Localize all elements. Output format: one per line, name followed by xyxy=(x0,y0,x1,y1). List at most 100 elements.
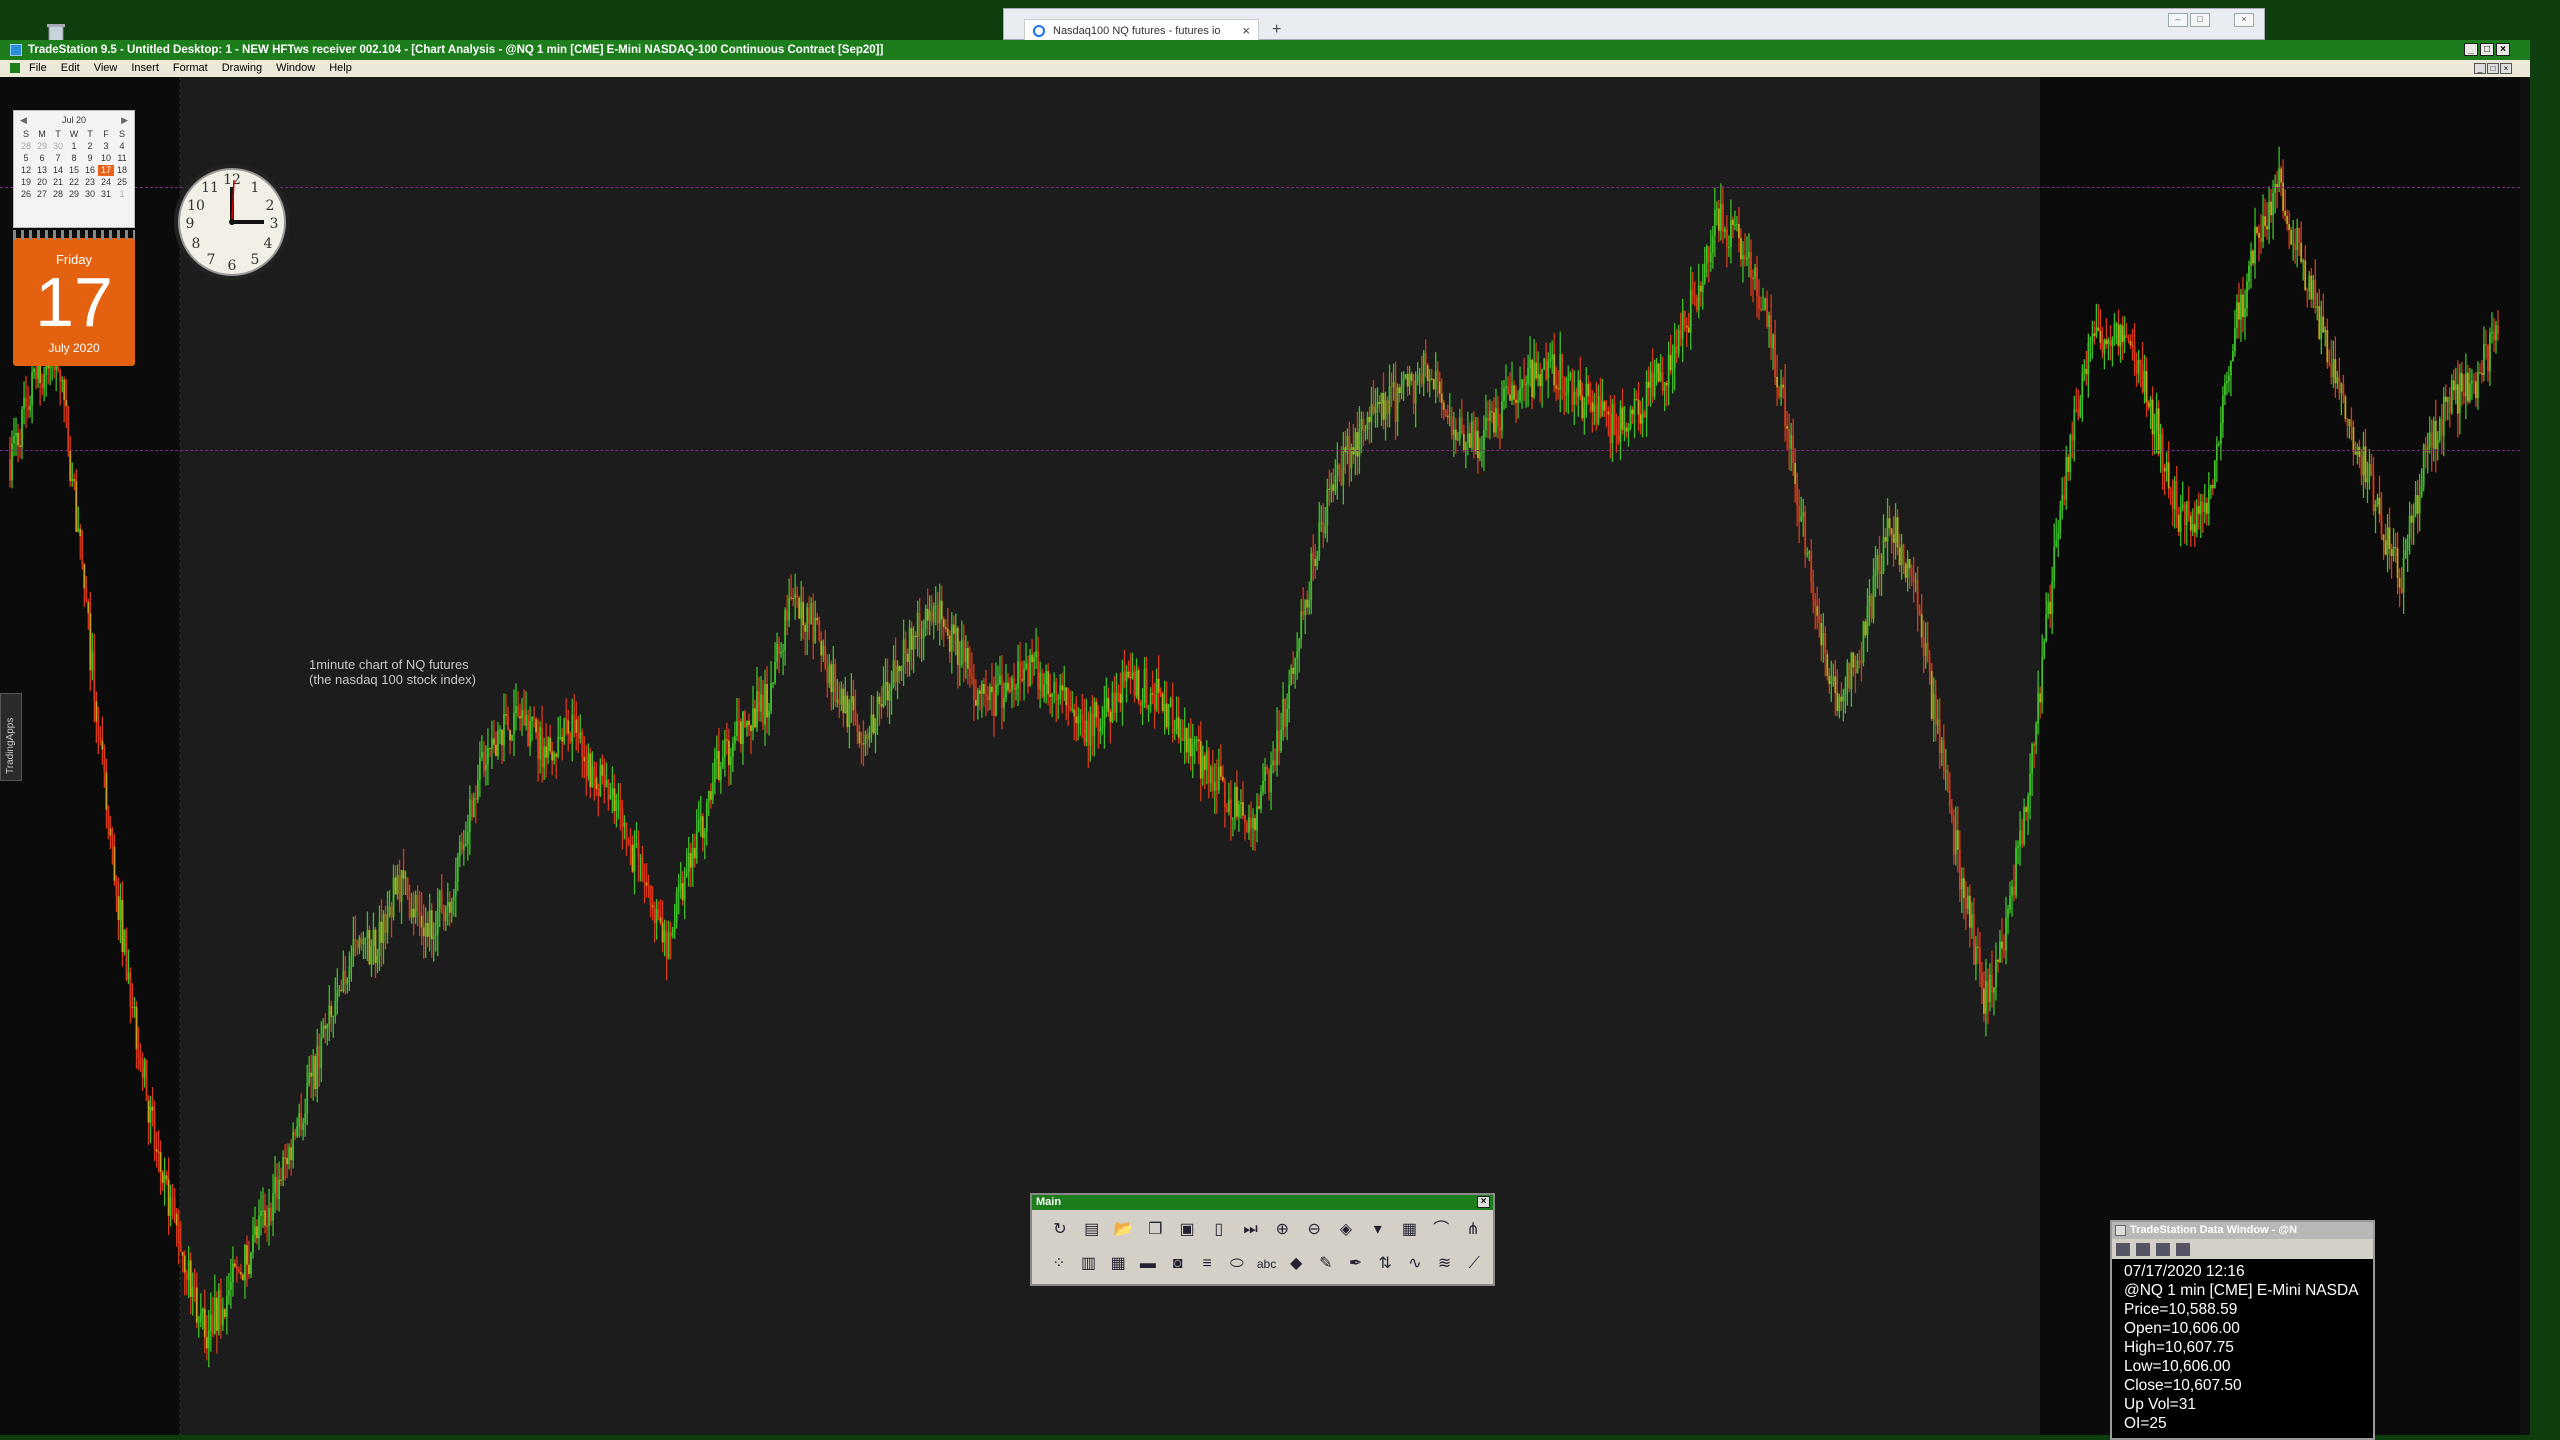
browser-close-button[interactable]: × xyxy=(2234,13,2254,27)
new-tab-button[interactable]: + xyxy=(1272,21,1281,39)
zoom-out-icon[interactable]: ⊖ xyxy=(1300,1216,1328,1244)
play-end-icon[interactable]: ⏭ xyxy=(1237,1216,1265,1244)
menu-format[interactable]: Format xyxy=(166,60,215,77)
menu-drawing[interactable]: Drawing xyxy=(215,60,269,77)
dropdown-icon[interactable]: ▾ xyxy=(1364,1216,1392,1244)
calendar-day[interactable]: 26 xyxy=(18,189,34,200)
grid-view-icon[interactable] xyxy=(2156,1242,2170,1256)
calendar-day[interactable]: 17 xyxy=(98,165,114,176)
calendar-day[interactable]: 2 xyxy=(82,141,98,152)
levels-icon[interactable]: ⇅ xyxy=(1372,1250,1398,1278)
pitchfork-icon[interactable]: ⋔ xyxy=(1459,1216,1487,1244)
calendar-day[interactable]: 15 xyxy=(66,165,82,176)
calendar-day[interactable]: 18 xyxy=(114,165,130,176)
calendar-day[interactable]: 6 xyxy=(34,153,50,164)
calendar-day[interactable]: 25 xyxy=(114,177,130,188)
calendar-day[interactable]: 9 xyxy=(82,153,98,164)
format-window-icon[interactable]: ▤ xyxy=(1078,1216,1106,1244)
doc-close-button[interactable]: × xyxy=(2500,63,2512,74)
menu-file[interactable]: File xyxy=(22,60,54,77)
window-close-button[interactable]: × xyxy=(2496,43,2510,56)
calendar-day[interactable]: 31 xyxy=(98,189,114,200)
lines-icon[interactable]: ≡ xyxy=(1194,1250,1220,1278)
print-preview-icon[interactable]: ▥ xyxy=(1076,1250,1102,1278)
indicator-icon[interactable]: ◈ xyxy=(1332,1216,1360,1244)
new-window-icon[interactable]: ▣ xyxy=(1173,1216,1201,1244)
calendar-day[interactable]: 4 xyxy=(114,141,130,152)
calendar-day[interactable]: 1 xyxy=(66,141,82,152)
calendar-day[interactable]: 30 xyxy=(82,189,98,200)
menu-view[interactable]: View xyxy=(87,60,125,77)
calendar-gadget[interactable]: ◀ Jul 20 ▶ S M T W T F S 28 29 30 1 2 3 4 5 6 7 8 9 10 11 12 1… xyxy=(13,110,135,228)
table-icon[interactable]: ▦ xyxy=(1105,1250,1131,1278)
window-minimize-button[interactable]: _ xyxy=(2464,43,2478,56)
calendar-day[interactable]: 10 xyxy=(98,153,114,164)
doc-restore-button[interactable]: □ xyxy=(2487,63,2499,74)
calendar-day[interactable]: 13 xyxy=(34,165,50,176)
grid-icon[interactable]: ▦ xyxy=(1396,1216,1424,1244)
fib-icon[interactable]: ∿ xyxy=(1402,1250,1428,1278)
curve-icon[interactable]: ⌒ xyxy=(1427,1216,1455,1244)
calendar-day[interactable]: 28 xyxy=(50,189,66,200)
menu-edit[interactable]: Edit xyxy=(54,60,87,77)
open-folder-icon[interactable]: 📂 xyxy=(1110,1216,1138,1244)
data-window[interactable]: TradeStation Data Window - @N 07/17/2020… xyxy=(2110,1220,2375,1440)
calendar-day[interactable]: 19 xyxy=(18,177,34,188)
pencil-icon[interactable]: ✎ xyxy=(1313,1250,1339,1278)
menu-help[interactable]: Help xyxy=(322,60,359,77)
calendar-day[interactable]: 22 xyxy=(66,177,82,188)
calendar-day[interactable]: 23 xyxy=(82,177,98,188)
resistance-line-lower[interactable] xyxy=(0,450,2520,451)
recycle-bin-icon[interactable] xyxy=(44,22,68,42)
refresh-icon[interactable]: ↻ xyxy=(1046,1216,1074,1244)
main-toolbar-palette[interactable]: Main × ↻ ▤ 📂 ❐ ▣ ▯ ⏭ ⊕ ⊖ ◈ ▾ ▦ ⌒ ⋔ ⁘ ▥ ▦ ▬ ◙ ≡ ⬭ abc ◆ ✎ ✒ ⇅ ∿ ≋ ⟋ xyxy=(1030,1193,1495,1286)
trendline-icon[interactable]: ⟋ xyxy=(1461,1250,1487,1278)
menu-insert[interactable]: Insert xyxy=(124,60,166,77)
calendar-next-icon[interactable]: ▶ xyxy=(121,115,128,126)
camera-icon[interactable]: ◙ xyxy=(1165,1250,1191,1278)
text-icon[interactable]: abc xyxy=(1254,1250,1280,1278)
calendar-day[interactable]: 7 xyxy=(50,153,66,164)
resistance-line-upper[interactable] xyxy=(0,187,2520,188)
window-titlebar[interactable]: TradeStation 9.5 - Untitled Desktop: 1 -… xyxy=(0,40,2530,60)
calendar-day[interactable]: 24 xyxy=(98,177,114,188)
calendar-day[interactable]: 28 xyxy=(18,141,34,152)
palette-titlebar[interactable]: Main × xyxy=(1032,1195,1493,1210)
browser-minimize-button[interactable]: – xyxy=(2168,13,2188,27)
browser-tab[interactable]: Nasdaq100 NQ futures - futures io × xyxy=(1024,19,1259,41)
tradingapps-sidebar-tab[interactable]: TradingApps xyxy=(0,693,22,781)
color-bars-icon[interactable]: ▬ xyxy=(1135,1250,1161,1278)
ellipse-icon[interactable]: ⬭ xyxy=(1224,1250,1250,1278)
eraser-icon[interactable]: ◆ xyxy=(1283,1250,1309,1278)
calendar-day[interactable]: 14 xyxy=(50,165,66,176)
palette-close-button[interactable]: × xyxy=(1477,1196,1490,1208)
calendar-day[interactable]: 3 xyxy=(98,141,114,152)
calendar-prev-icon[interactable]: ◀ xyxy=(20,115,27,126)
tab-close-icon[interactable]: × xyxy=(1242,20,1250,42)
calendar-day[interactable]: 30 xyxy=(50,141,66,152)
detach-icon[interactable] xyxy=(2176,1242,2190,1256)
zoom-in-icon[interactable]: ⊕ xyxy=(1268,1216,1296,1244)
calendar-day[interactable]: 29 xyxy=(34,141,50,152)
calendar-day[interactable]: 8 xyxy=(66,153,82,164)
data-window-titlebar[interactable]: TradeStation Data Window - @N xyxy=(2112,1222,2373,1239)
calendar-day[interactable]: 5 xyxy=(18,153,34,164)
calendar-day[interactable]: 11 xyxy=(114,153,130,164)
calendar-day[interactable]: 21 xyxy=(50,177,66,188)
menu-window[interactable]: Window xyxy=(269,60,322,77)
browser-maximize-button[interactable]: □ xyxy=(2190,13,2210,27)
window-maximize-button[interactable]: □ xyxy=(2480,43,2494,56)
print-icon[interactable] xyxy=(2136,1242,2150,1256)
new-document-icon[interactable]: ▯ xyxy=(1205,1216,1233,1244)
calendar-day[interactable]: 20 xyxy=(34,177,50,188)
pen-icon[interactable]: ✒ xyxy=(1343,1250,1369,1278)
calendar-day[interactable]: 16 xyxy=(82,165,98,176)
calendar-day[interactable]: 27 xyxy=(34,189,50,200)
calendar-day[interactable]: 12 xyxy=(18,165,34,176)
copy-icon[interactable]: ❐ xyxy=(1141,1216,1169,1244)
chart-annotation[interactable]: 1minute chart of NQ futures (the nasdaq … xyxy=(309,657,476,687)
calendar-day[interactable]: 1 xyxy=(114,189,130,200)
save-icon[interactable] xyxy=(2116,1242,2130,1256)
scatter-icon[interactable]: ⁘ xyxy=(1046,1250,1072,1278)
calendar-day[interactable]: 29 xyxy=(66,189,82,200)
